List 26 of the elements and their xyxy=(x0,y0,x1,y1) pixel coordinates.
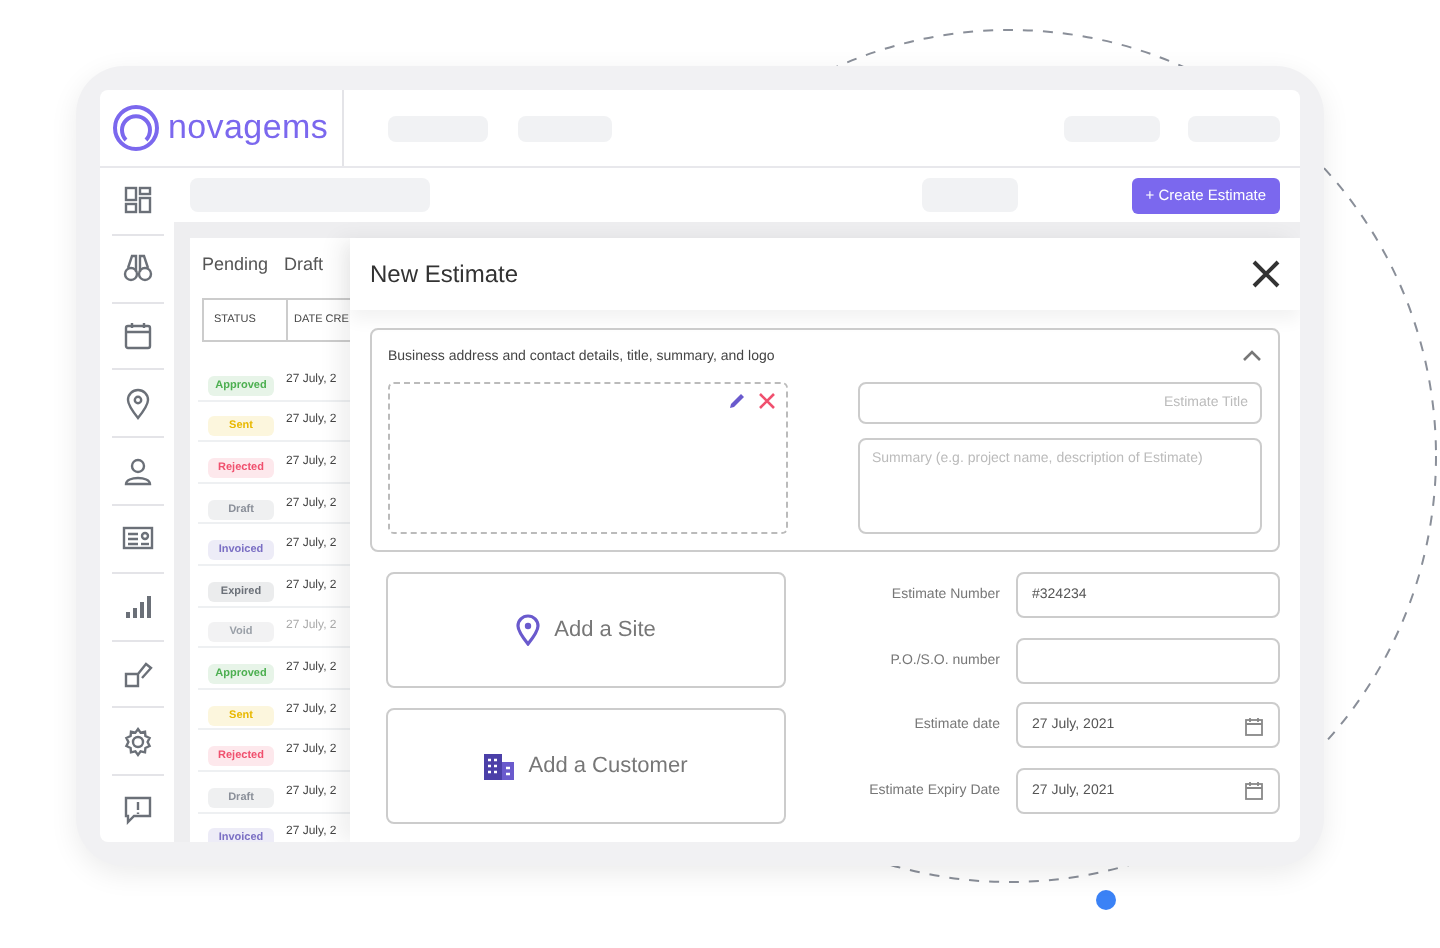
add-customer-button[interactable]: Add a Customer xyxy=(386,708,786,824)
pencil-icon[interactable] xyxy=(728,392,746,410)
decor-dot xyxy=(1096,890,1116,910)
bars-icon[interactable] xyxy=(121,590,153,623)
add-site-button[interactable]: Add a Site xyxy=(386,572,786,688)
chevron-icon[interactable] xyxy=(1242,350,1262,362)
grid-icon[interactable] xyxy=(121,184,153,217)
delete-icon[interactable] xyxy=(758,392,776,410)
alert-icon[interactable] xyxy=(121,793,153,826)
calendar-icon[interactable] xyxy=(1244,715,1264,735)
person-icon[interactable] xyxy=(121,455,153,488)
pin-icon xyxy=(516,614,541,646)
logo-icon xyxy=(112,104,160,152)
text-field[interactable] xyxy=(1016,637,1280,683)
building-icon xyxy=(484,753,515,779)
logo-text: novagems xyxy=(168,108,329,148)
binoculars-icon[interactable] xyxy=(121,252,153,285)
pin-icon[interactable] xyxy=(121,387,153,420)
close-icon[interactable] xyxy=(1252,260,1280,288)
status-tab[interactable]: Pending xyxy=(202,254,269,274)
card-icon[interactable] xyxy=(121,522,153,555)
gear-icon[interactable] xyxy=(121,725,153,758)
calendar-icon[interactable] xyxy=(1244,780,1264,800)
dialog-title: New Estimate xyxy=(370,260,519,288)
calendar-icon[interactable] xyxy=(121,319,153,352)
status-tab[interactable]: Draft xyxy=(284,254,324,274)
